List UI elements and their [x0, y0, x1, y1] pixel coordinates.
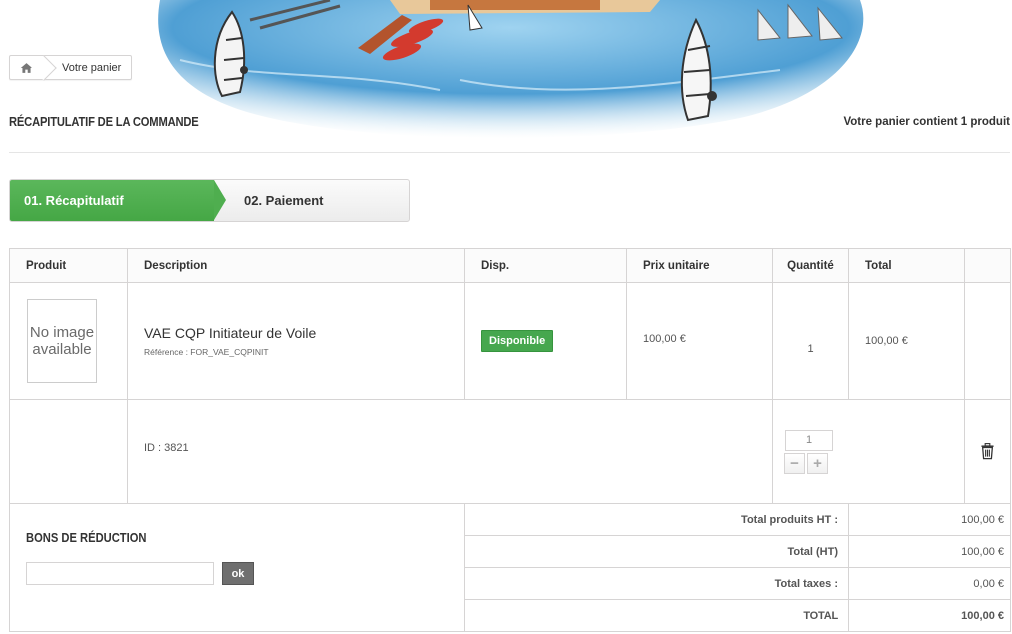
total-ht-label: Total (HT): [464, 535, 849, 568]
table-row: No image available VAE CQP Initiateur de …: [9, 282, 1011, 400]
total-taxes-value: 0,00 €: [848, 567, 1011, 600]
header-banner-illustration: [140, 0, 880, 140]
unit-price: 100,00 €: [626, 282, 773, 400]
col-header-availability: Disp.: [464, 248, 627, 283]
cart-summary-table: Produit Description Disp. Prix unitaire …: [9, 248, 1011, 632]
grand-total-value: 100,00 €: [848, 599, 1011, 632]
quantity-decrease-button[interactable]: −: [784, 452, 805, 474]
quantity-input[interactable]: 1: [785, 429, 833, 451]
col-header-unit-price: Prix unitaire: [626, 248, 773, 283]
vouchers-section: BONS DE RÉDUCTION ok: [9, 503, 465, 632]
col-header-product: Produit: [9, 248, 128, 283]
col-header-description: Description: [127, 248, 465, 283]
product-reference: Référence : FOR_VAE_CQPINIT: [144, 347, 269, 357]
total-products-ht-label: Total produits HT :: [464, 503, 849, 536]
customization-id: ID : 3821: [127, 399, 773, 504]
table-header-row: Produit Description Disp. Prix unitaire …: [9, 248, 1011, 283]
col-header-total: Total: [848, 248, 965, 283]
vouchers-title: BONS DE RÉDUCTION: [26, 530, 147, 545]
cart-product-count: Votre panier contient 1 produit: [843, 116, 1010, 128]
product-quantity: 1: [772, 282, 849, 400]
delete-button[interactable]: [981, 443, 994, 460]
quantity-stepper: 1 − +: [784, 429, 964, 474]
col-header-quantity: Quantité: [772, 248, 849, 283]
step-payment[interactable]: 02. Paiement: [214, 180, 409, 221]
voucher-submit-button[interactable]: ok: [222, 562, 254, 585]
voucher-code-input[interactable]: [26, 562, 214, 585]
trash-icon: [981, 443, 994, 460]
grand-total-label: TOTAL: [464, 599, 849, 632]
quantity-increase-button[interactable]: +: [807, 452, 828, 474]
breadcrumb-separator: [42, 56, 54, 79]
total-taxes-label: Total taxes :: [464, 567, 849, 600]
col-header-actions: [964, 248, 1011, 283]
total-ht-value: 100,00 €: [848, 535, 1011, 568]
order-steps: 01. Récapitulatif 02. Paiement: [9, 179, 410, 222]
step-summary[interactable]: 01. Récapitulatif: [10, 180, 226, 221]
page-title: RÉCAPITULATIF DE LA COMMANDE: [9, 114, 199, 129]
product-image-placeholder[interactable]: No image available: [27, 299, 97, 383]
availability-badge: Disponible: [481, 330, 554, 352]
total-products-ht-value: 100,00 €: [848, 503, 1011, 536]
totals-row-products-ht: BONS DE RÉDUCTION ok Total produits HT :…: [9, 503, 1011, 632]
table-row-customization: ID : 3821 1 − +: [9, 399, 1011, 504]
product-total: 100,00 €: [848, 282, 965, 400]
heading-divider: [9, 152, 1010, 153]
breadcrumb: Votre panier: [9, 55, 133, 80]
breadcrumb-current: Votre panier: [62, 61, 122, 74]
product-name-link[interactable]: VAE CQP Initiateur de Voile: [144, 325, 448, 341]
